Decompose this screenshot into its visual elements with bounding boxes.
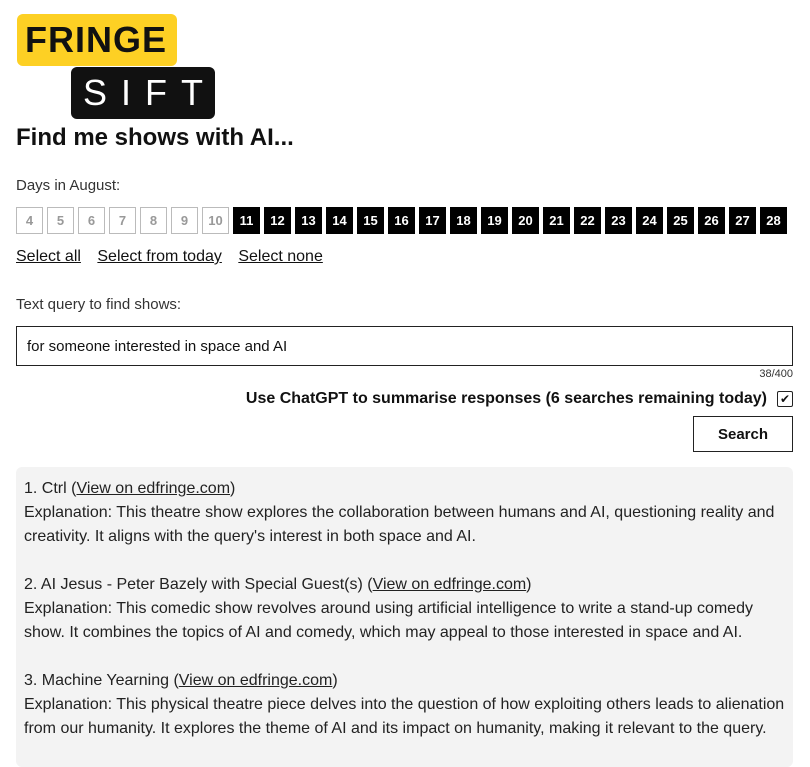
result-title: 2. AI Jesus - Peter Bazely with Special … — [24, 576, 363, 593]
logo-fringe-text: FRINGE — [17, 14, 177, 66]
day-26[interactable]: 26 — [698, 207, 725, 234]
day-15[interactable]: 15 — [357, 207, 384, 234]
day-selector: 4 5 6 7 8 9 10 11 12 13 14 15 16 17 18 19 20 21 22 23 24 25 26… — [16, 207, 791, 234]
day-7[interactable]: 7 — [109, 207, 136, 234]
edfringe-link[interactable]: View on edfringe.com — [179, 672, 333, 689]
select-none-link[interactable]: Select none — [238, 248, 323, 265]
result-explanation: Explanation: This physical theatre piece… — [24, 696, 785, 737]
day-9[interactable]: 9 — [171, 207, 198, 234]
select-all-link[interactable]: Select all — [16, 248, 81, 265]
day-11[interactable]: 11 — [233, 207, 260, 234]
day-8[interactable]: 8 — [140, 207, 167, 234]
days-label: Days in August: — [16, 177, 121, 194]
fringe-sift-logo[interactable]: FRINGE SIFT — [17, 14, 217, 120]
day-13[interactable]: 13 — [295, 207, 322, 234]
result-title: 1. Ctrl — [24, 480, 67, 497]
day-21[interactable]: 21 — [543, 207, 570, 234]
result-item: 2. AI Jesus - Peter Bazely with Special … — [24, 573, 785, 645]
result-explanation: Explanation: This comedic show revolves … — [24, 600, 753, 641]
result-item: 3. Machine Yearning (View on edfringe.co… — [24, 669, 785, 741]
chatgpt-option-label: Use ChatGPT to summarise responses (6 se… — [245, 390, 767, 407]
select-from-today-link[interactable]: Select from today — [97, 248, 222, 265]
checkmark-icon: ✔ — [779, 392, 791, 406]
query-label: Text query to find shows: — [16, 296, 182, 313]
edfringe-link[interactable]: View on edfringe.com — [76, 480, 230, 497]
day-selection-links: Select all Select from today Select none — [16, 248, 335, 266]
result-heading: 1. Ctrl (View on edfringe.com) — [24, 480, 236, 497]
day-5[interactable]: 5 — [47, 207, 74, 234]
day-4[interactable]: 4 — [16, 207, 43, 234]
day-6[interactable]: 6 — [78, 207, 105, 234]
edfringe-link[interactable]: View on edfringe.com — [373, 576, 527, 593]
search-button[interactable]: Search — [693, 416, 793, 452]
day-25[interactable]: 25 — [667, 207, 694, 234]
day-28[interactable]: 28 — [760, 207, 787, 234]
day-16[interactable]: 16 — [388, 207, 415, 234]
query-input[interactable] — [16, 326, 793, 366]
logo-sift-text: SIFT — [71, 67, 215, 119]
result-title: 3. Machine Yearning — [24, 672, 169, 689]
character-counter: 38/400 — [759, 368, 793, 380]
page-title: Find me shows with AI... — [16, 124, 294, 151]
day-27[interactable]: 27 — [729, 207, 756, 234]
chatgpt-option: Use ChatGPT to summarise responses (6 se… — [246, 390, 793, 408]
result-item: 1. Ctrl (View on edfringe.com) Explanatio… — [24, 477, 785, 549]
day-24[interactable]: 24 — [636, 207, 663, 234]
results-panel: 1. Ctrl (View on edfringe.com) Explanatio… — [16, 467, 793, 767]
day-17[interactable]: 17 — [419, 207, 446, 234]
day-23[interactable]: 23 — [605, 207, 632, 234]
day-18[interactable]: 18 — [450, 207, 477, 234]
result-heading: 3. Machine Yearning (View on edfringe.co… — [24, 672, 338, 689]
day-22[interactable]: 22 — [574, 207, 601, 234]
chatgpt-checkbox[interactable]: ✔ — [777, 391, 793, 407]
day-12[interactable]: 12 — [264, 207, 291, 234]
day-19[interactable]: 19 — [481, 207, 508, 234]
day-20[interactable]: 20 — [512, 207, 539, 234]
result-heading: 2. AI Jesus - Peter Bazely with Special … — [24, 576, 532, 593]
day-14[interactable]: 14 — [326, 207, 353, 234]
day-10[interactable]: 10 — [202, 207, 229, 234]
result-explanation: Explanation: This theatre show explores … — [24, 504, 775, 545]
